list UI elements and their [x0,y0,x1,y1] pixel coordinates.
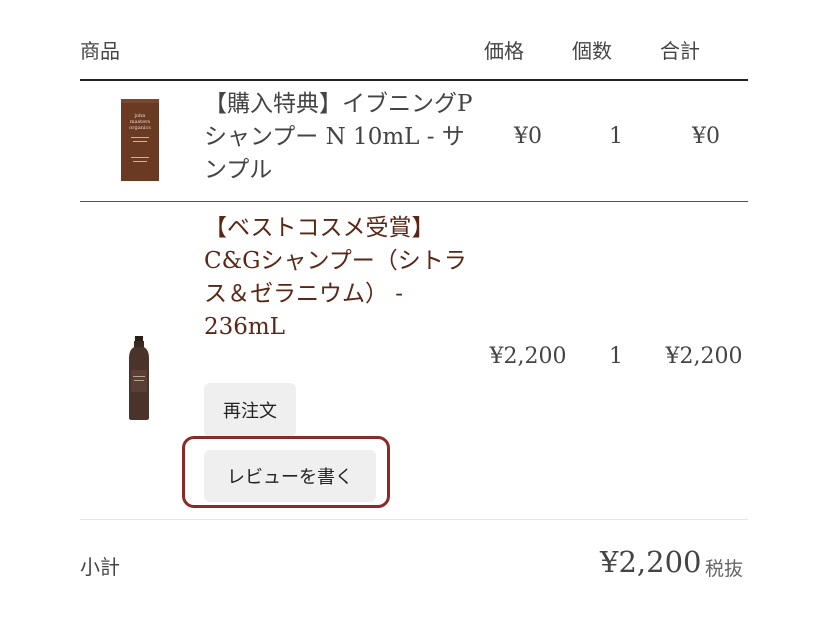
row-price: ¥0 [514,124,542,149]
sample-sachet-icon[interactable]: john masters organics [121,99,159,181]
header-product: 商品 [80,39,120,63]
row-total: ¥2,200 [665,344,743,369]
subtotal-value: ¥2,200 [600,545,702,579]
tax-note: 税抜 [705,558,744,580]
product-name-link[interactable]: 【購入特典】イブニングPシャンプー N 10mL - サンプル [204,88,484,187]
header-quantity: 個数 [572,39,612,63]
header-total: 合計 [660,39,700,63]
row-total: ¥0 [692,124,720,149]
row-quantity: 1 [609,344,623,369]
row-price: ¥2,200 [489,344,567,369]
row-divider [80,201,748,202]
svg-text:organics: organics [129,125,151,131]
header-price: 価格 [484,39,524,63]
header-divider [80,79,748,81]
subtotal-label: 小計 [80,555,120,579]
write-review-button[interactable]: レビューを書く [204,450,376,502]
row-quantity: 1 [609,124,623,149]
shampoo-bottle-icon[interactable] [128,336,150,420]
reorder-button[interactable]: 再注文 [204,383,296,437]
summary-divider [80,519,748,520]
product-name-link[interactable]: 【ベストコスメ受賞】C&Gシャンプー（シトラス＆ゼラニウム） - 236mL [204,212,476,344]
